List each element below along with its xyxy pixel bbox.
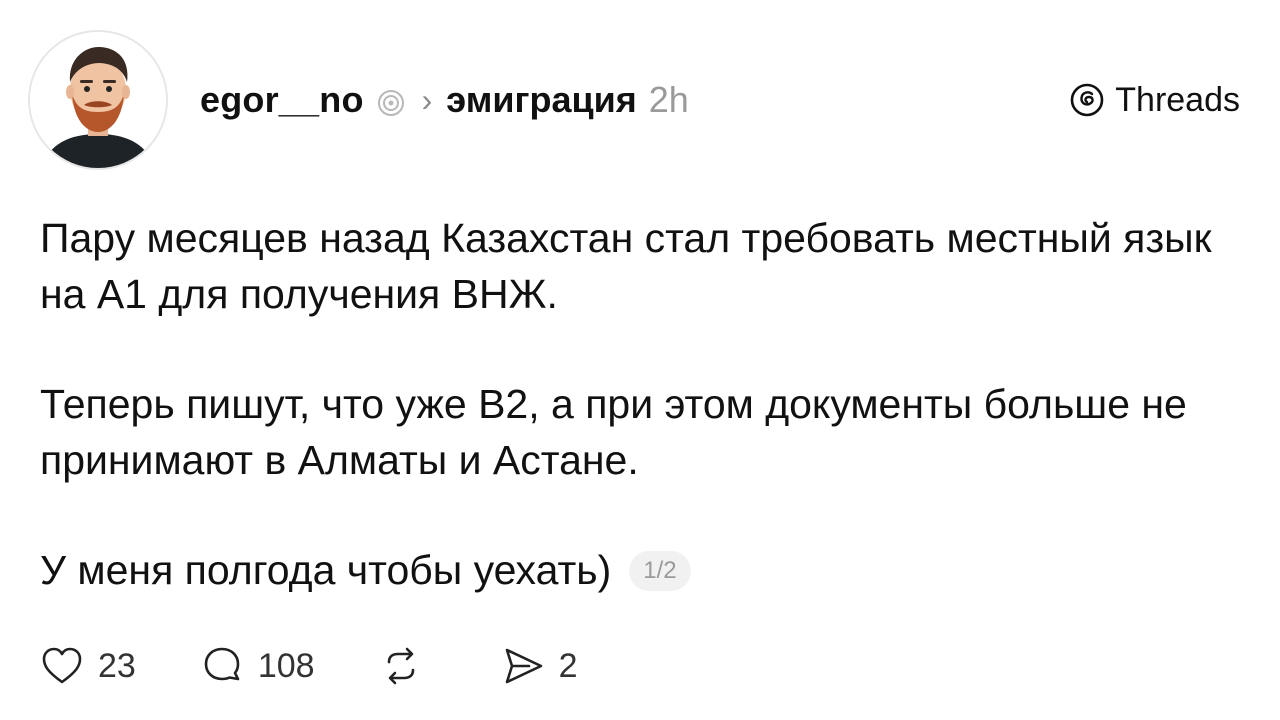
repost-icon <box>387 647 414 685</box>
like-count: 23 <box>98 646 136 685</box>
topic-tag-link[interactable]: эмиграция <box>446 79 636 121</box>
threads-brand: Threads <box>1069 76 1240 124</box>
thread-pager-badge: 1/2 <box>629 551 691 591</box>
reply-button[interactable]: 108 <box>198 642 315 690</box>
post-body: Пару месяцев назад Казахстан стал требов… <box>40 210 1240 652</box>
post-paragraph-text: У меня полгода чтобы уехать) <box>40 547 612 593</box>
username-link[interactable]: egor__no <box>200 79 364 121</box>
threads-brand-label: Threads <box>1115 80 1240 119</box>
chevron-right-icon: › <box>421 81 433 118</box>
post-header: egor__no › эмиграция 2h <box>200 76 689 124</box>
reply-count: 108 <box>257 646 315 685</box>
avatar[interactable] <box>28 30 168 170</box>
threads-logo-icon <box>1070 83 1104 117</box>
share-count: 2 <box>558 646 578 685</box>
avatar-illustration <box>30 32 166 168</box>
thread-post: egor__no › эмиграция 2h Threads Пару мес… <box>0 0 1280 720</box>
verified-icon <box>376 85 406 116</box>
like-button[interactable]: 23 <box>38 642 136 690</box>
post-actions: 23 108 2 <box>38 638 639 694</box>
repost-button[interactable] <box>377 642 437 690</box>
share-button[interactable]: 2 <box>499 642 578 690</box>
post-paragraph: У меня полгода чтобы уехать) 1/2 <box>40 542 1240 598</box>
share-icon <box>505 648 542 684</box>
post-paragraph: Пару месяцев назад Казахстан стал требов… <box>40 215 1212 317</box>
comment-icon <box>204 647 240 681</box>
post-timestamp: 2h <box>648 79 689 120</box>
post-paragraph: Теперь пишут, что уже В2, а при этом док… <box>40 381 1187 483</box>
heart-icon <box>42 647 82 684</box>
